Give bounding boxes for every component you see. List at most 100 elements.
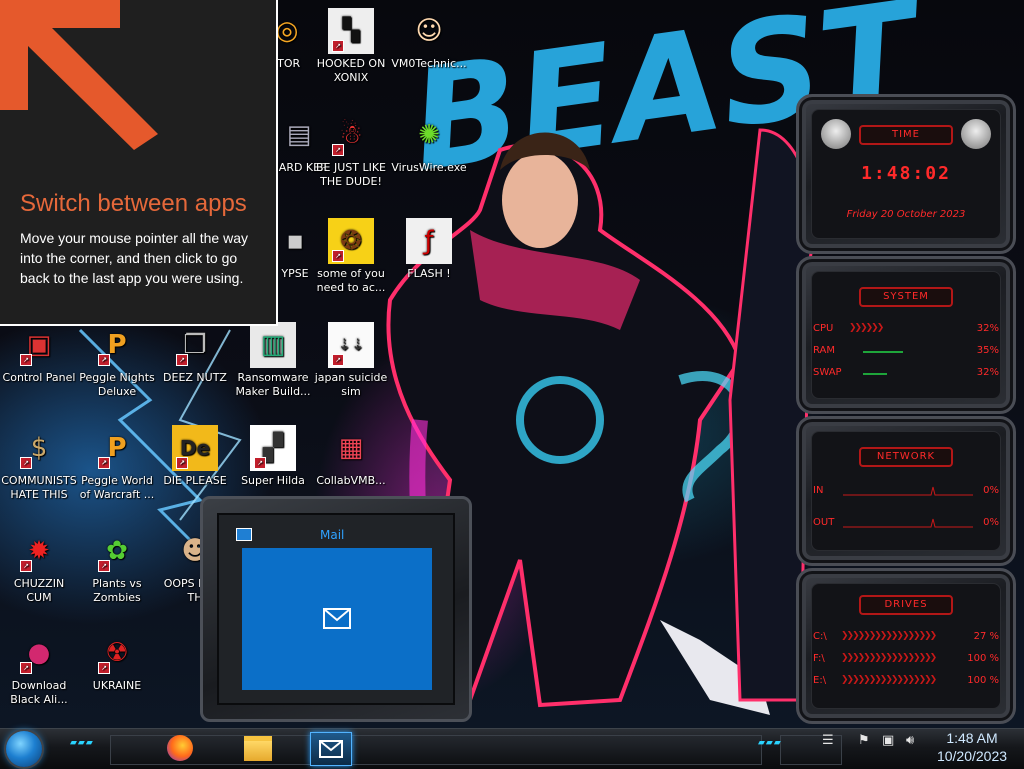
peggle-icon: P ↗ [94,322,140,368]
drive-e-label: E:\ [813,675,827,686]
drives-gadget-title: DRIVES [859,595,953,615]
mail-icon [323,608,351,629]
desktop-icon-label: Peggle Nights Deluxe [79,371,155,398]
network-gadget-title: NETWORK [859,447,953,467]
ram-meter [863,351,903,353]
net-out-label: OUT [813,517,835,528]
start-button[interactable] [6,731,42,767]
desktop-icon[interactable]: ☢ ↗ UKRAINE [78,630,156,693]
desktop-icon-label: Ransomware Maker Build... [235,371,311,398]
hint-title: Switch between apps [20,190,247,217]
tray-menu-icon[interactable]: ☰ [822,733,834,748]
desktop-icon[interactable]: ▚ ↗ HOOKED ON XONIX [312,8,390,85]
drives-gadget: DRIVES C:\ ❯❯❯❯❯❯❯❯❯❯❯❯❯❯❯❯❯ 27 % F:\ ❯❯… [796,568,1016,724]
system-gadget-title: SYSTEM [859,287,953,307]
volume-icon[interactable]: 🔊︎ [906,733,914,748]
desktop-icon-label: CHUZZIN CUM [13,577,65,604]
alien-head-icon [961,119,991,149]
time-gadget-title: TIME [859,125,953,145]
desktop-icon[interactable]: ✹ ↗ CHUZZIN CUM [0,528,78,605]
net-out-graph [843,518,973,528]
desktop-icon-label: DIE PLEASE [163,474,227,487]
folder-icon [244,735,272,761]
date-display: Friday 20 October 2023 [846,209,966,220]
net-in-graph [843,486,973,496]
collab-icon: ▦ [338,433,364,463]
elf-icon: ☃ ↗ [328,112,374,158]
desktop-icon[interactable]: P ↗ Peggle Nights Deluxe [78,322,156,399]
desktop-icon-label: VM0Technic... [391,57,467,70]
doctor-icon: ☺ [415,16,443,46]
net-in-label: IN [813,485,824,496]
drive-f-label: F:\ [813,653,825,664]
desktop-icon[interactable]: P ↗ Peggle World of Warcraft ... [78,425,156,502]
mail-live-tile[interactable] [242,548,432,690]
taskbar-clock[interactable]: 1:48 AM 10/20/2023 [932,729,1012,765]
pixel-icon: ▞ ↗ [250,425,296,471]
desktop-icon-label: FLASH ! [407,267,451,280]
desktop-icon[interactable]: ▥ Ransomware Maker Build... [234,322,312,399]
radiation-icon: ☢ ↗ [94,630,140,676]
desktop-icon-label: Peggle World of Warcraft ... [79,474,155,501]
flag-icon[interactable]: ⚑ [858,733,870,748]
desktop-icon[interactable]: ▦ CollabVMB... [312,425,390,488]
desktop-icon[interactable]: ❂ ↗ some of you need to ac... [312,218,390,295]
taskbar-mail[interactable] [310,732,352,766]
control-panel-icon: ▣ ↗ [16,322,62,368]
swap-label: SWAP [813,367,842,378]
game-icon: ▚ ↗ [328,8,374,54]
mail-title: Mail [320,528,345,542]
desktop-icon[interactable]: $↗ COMMUNISTS HATE THIS G... [0,425,78,502]
desktop-icon-label: Super Hilda [241,474,305,487]
drive-e-meter: ❯❯❯❯❯❯❯❯❯❯❯❯❯❯❯❯❯ [841,675,937,685]
firefox-icon [167,735,193,761]
desktop-icon[interactable]: ❐ ↗ DEEZ NUTZ [156,322,234,385]
desktop-icon-label: japan suicide sim [314,371,388,398]
desktop-icon[interactable]: ✺ VirusWire.exe [390,112,468,175]
plant-icon: ✿ ↗ [94,528,140,574]
desktop-icon-label: COMMUNISTS HATE THIS G... [1,474,77,501]
clock-date: 10/20/2023 [936,748,1008,764]
clock-time: 1:48 AM [946,730,998,746]
desktop-icon-label: HOOKED ON XONIX [316,57,386,84]
network-icon[interactable]: ▣ [882,733,894,748]
taskbar-deco-lights: ▰▰▰ [758,738,782,748]
chuzzle-icon: ✹ ↗ [16,528,62,574]
taskbar-deco-lights: ▰▰▰ [70,738,94,748]
document-icon: ⇣⇣ ↗ [328,322,374,368]
desktop-icon[interactable]: De ↗ DIE PLEASE [156,425,234,488]
desktop-icon[interactable]: ● ↗ Download Black Ali... [0,630,78,707]
flash-icon: ƒ [406,218,452,264]
desktop-icon-label: Plants vs Zombies [92,577,142,604]
desktop-icon[interactable]: ▞ ↗ Super Hilda [234,425,312,488]
taskbar-file-explorer[interactable] [238,732,278,764]
swap-meter [863,373,887,375]
net-in-value: 0% [983,485,999,496]
desktop-icon-label: VirusWire.exe [391,161,467,174]
switch-apps-hint: Switch between apps Move your mouse poin… [0,0,278,326]
desktop-icon[interactable]: ☃ ↗ BE JUST LIKE THE DUDE! [312,112,390,189]
system-gadget: SYSTEM CPU ❯❯❯❯❯❯ 32% RAM 35% SWAP 32% [796,256,1016,414]
desktop-icon[interactable]: ƒ FLASH ! [390,218,468,281]
drive-f-value: 100 % [967,653,999,664]
desktop-icon[interactable]: ✿ ↗ Plants vs Zombies [78,528,156,605]
beaver-icon: ❂ ↗ [328,218,374,264]
taskbar [0,728,1024,769]
drive-f-meter: ❯❯❯❯❯❯❯❯❯❯❯❯❯❯❯❯❯ [841,653,937,663]
desktop-icon-label: some of you need to ac... [316,267,386,294]
net-out-value: 0% [983,517,999,528]
lime-icon: ✺ [418,120,440,150]
cpu-value: 32% [976,323,999,334]
peggle-icon: P ↗ [94,425,140,471]
desktop-icon[interactable]: ▣ ↗ Control Panel [0,322,78,385]
desktop-icon[interactable]: ☺ VM0Technic... [390,8,468,71]
drive-c-meter: ❯❯❯❯❯❯❯❯❯❯❯❯❯❯❯❯❯ [841,631,937,641]
desktop-icon-label: CollabVMB... [316,474,386,487]
taskbar-firefox[interactable] [160,732,200,764]
desktop-icon-label: DEEZ NUTZ [163,371,227,384]
monitor-icon: ▥ [250,322,296,368]
time-display: 1:48:02 [861,163,951,184]
ram-value: 35% [976,345,999,356]
desktop-icon[interactable]: ⇣⇣ ↗ japan suicide sim [312,322,390,399]
drive-c-label: C:\ [813,631,827,642]
